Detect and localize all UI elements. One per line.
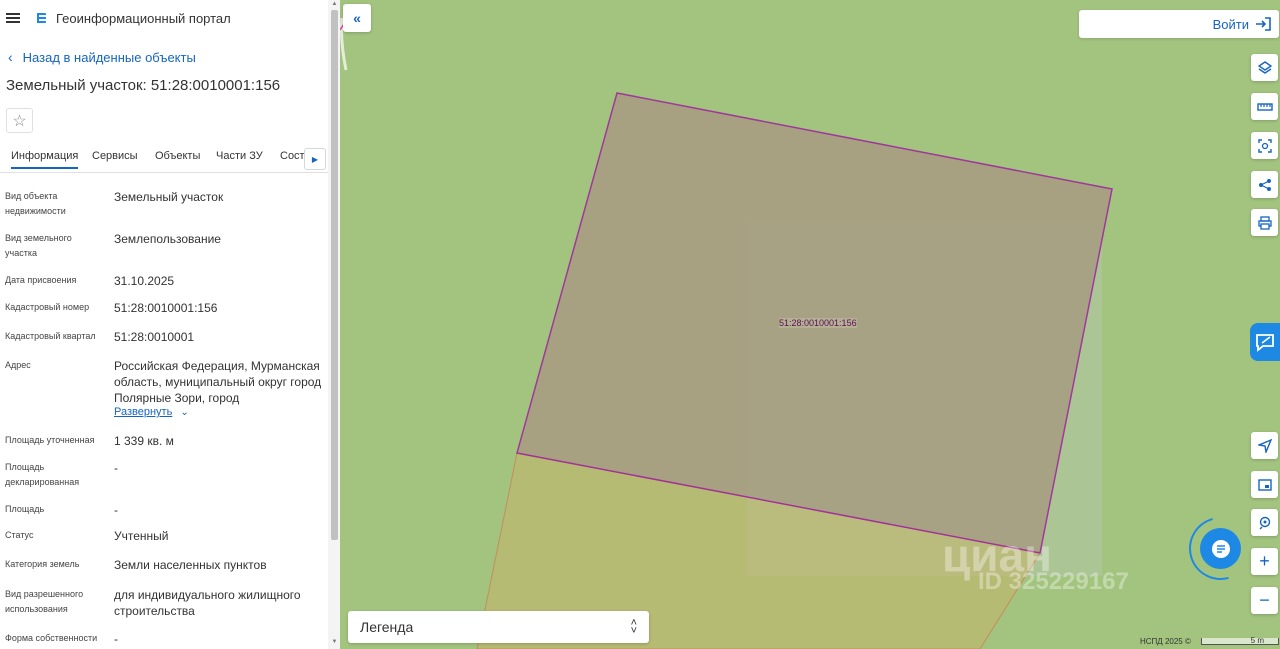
chat-icon (1211, 539, 1230, 558)
watermark-id: ID 325229167 (978, 568, 1129, 595)
panel-header: Геоинформационный портал (0, 0, 339, 36)
legend-dropdown[interactable]: Легенда ˄ ˅ (348, 611, 649, 643)
collapse-panel-button[interactable]: « (343, 4, 371, 32)
page-title: Земельный участок: 51:28:0010001:156 (6, 77, 281, 94)
ruler-icon (1256, 102, 1273, 111)
location-search-button[interactable] (1251, 509, 1278, 536)
zoom-in-button[interactable]: + (1251, 548, 1278, 575)
chevron-left-icon: ‹ (8, 49, 13, 65)
share-icon (1258, 178, 1271, 191)
field-label: Категория земель (5, 559, 80, 569)
zoom-out-icon: − (1259, 590, 1270, 610)
tab-info[interactable]: Информация (11, 150, 79, 169)
expand-link[interactable]: Развернуть ⌄ (114, 406, 189, 418)
field-label: Дата присвоения (5, 275, 77, 285)
field-label: Статус (5, 530, 34, 540)
scroll-down-icon[interactable]: ▼ (331, 639, 338, 645)
map-copyright: НСПД 2025 © (1140, 637, 1191, 646)
login-icon (1256, 17, 1271, 31)
print-icon (1257, 215, 1272, 230)
locate-icon (1257, 438, 1272, 453)
tab-scroll-button[interactable]: ▶ (304, 148, 326, 170)
legend-label: Легенда (360, 619, 414, 635)
minimap-icon (1257, 478, 1272, 491)
field-label: Вид разрешенного использования (5, 589, 84, 614)
field-label: Площадь (5, 504, 45, 514)
field-label: Вид земельного участка (5, 233, 72, 258)
field-label: Кадастровый квартал (5, 331, 96, 341)
field-value: для индивидуального жилищного строительс… (114, 588, 301, 618)
print-button[interactable] (1251, 209, 1278, 236)
field-value: 51:28:0010001 (114, 330, 195, 344)
map-scale-bar: 5 m (1201, 636, 1279, 645)
chevron-down-icon: ⌄ (180, 406, 189, 418)
field-value: Учтенный (114, 529, 169, 543)
zoom-out-button[interactable]: − (1251, 587, 1278, 614)
tab-composition[interactable]: Состав (280, 150, 304, 162)
map-canvas[interactable]: 51:28:0010001:156 (340, 0, 1280, 649)
location-search-icon (1259, 516, 1270, 529)
chat-button[interactable] (1200, 528, 1241, 569)
login-button[interactable]: Войти (1079, 10, 1279, 38)
field-label: Форма собственности (5, 633, 98, 643)
chat-icon (1256, 334, 1274, 352)
field-value: Землепользование (114, 232, 221, 246)
field-label: Вид объекта недвижимости (5, 191, 66, 216)
panel-scrollbar-thumb[interactable] (331, 10, 338, 540)
chevron-right-icon: ▶ (311, 154, 319, 164)
expand-label: Развернуть (114, 406, 173, 418)
field-value: 1 339 кв. м (114, 434, 174, 448)
menu-icon[interactable] (6, 13, 20, 23)
layers-icon (1257, 60, 1272, 74)
zoom-in-icon: + (1259, 551, 1270, 571)
area-select-icon (1257, 138, 1272, 153)
field-value: 51:28:0010001:156 (114, 301, 218, 315)
locate-button[interactable] (1251, 432, 1278, 459)
share-button[interactable] (1251, 171, 1278, 198)
area-select-button[interactable] (1251, 132, 1278, 159)
login-label: Войти (1212, 16, 1249, 32)
tab-objects[interactable]: Объекты (155, 150, 200, 162)
field-value: - (114, 461, 118, 475)
app-title: Геоинформационный портал (56, 10, 231, 26)
field-label: Площадь декларированная (5, 462, 80, 487)
favorite-button[interactable]: ☆ (6, 108, 33, 133)
back-link-label: Назад в найденные объекты (22, 49, 196, 65)
layers-button[interactable] (1251, 54, 1278, 81)
feedback-button[interactable] (1250, 323, 1280, 361)
field-label: Кадастровый номер (5, 302, 90, 312)
scale-label: 5 m (1250, 636, 1264, 645)
sort-icon: ˄ ˅ (630, 617, 637, 637)
field-value: Российская Федерация, Мурманская область… (114, 359, 322, 405)
tab-services[interactable]: Сервисы (92, 150, 138, 162)
measure-button[interactable] (1251, 93, 1278, 120)
logo-icon (37, 13, 46, 23)
minimap-button[interactable] (1251, 471, 1278, 498)
field-value: Земли населенных пунктов (114, 558, 267, 572)
info-panel: Геоинформационный портал ‹ Назад в найде… (0, 0, 340, 649)
star-icon: ☆ (12, 112, 27, 130)
scroll-up-icon[interactable]: ▲ (331, 1, 338, 7)
parcel-label: 51:28:0010001:156 (779, 318, 857, 328)
field-value: 31.10.2025 (114, 274, 175, 288)
back-link[interactable]: ‹ Назад в найденные объекты (8, 49, 196, 65)
field-value: - (114, 503, 118, 517)
double-chevron-left-icon: « (353, 10, 361, 26)
field-label: Адрес (5, 360, 31, 370)
field-value: Земельный участок (114, 190, 224, 204)
tab-bar: Информация Сервисы Объекты Части ЗУ Сост… (0, 146, 328, 173)
tab-parts[interactable]: Части ЗУ (216, 150, 263, 162)
field-label: Площадь уточненная (5, 435, 95, 445)
field-value: - (114, 632, 118, 646)
